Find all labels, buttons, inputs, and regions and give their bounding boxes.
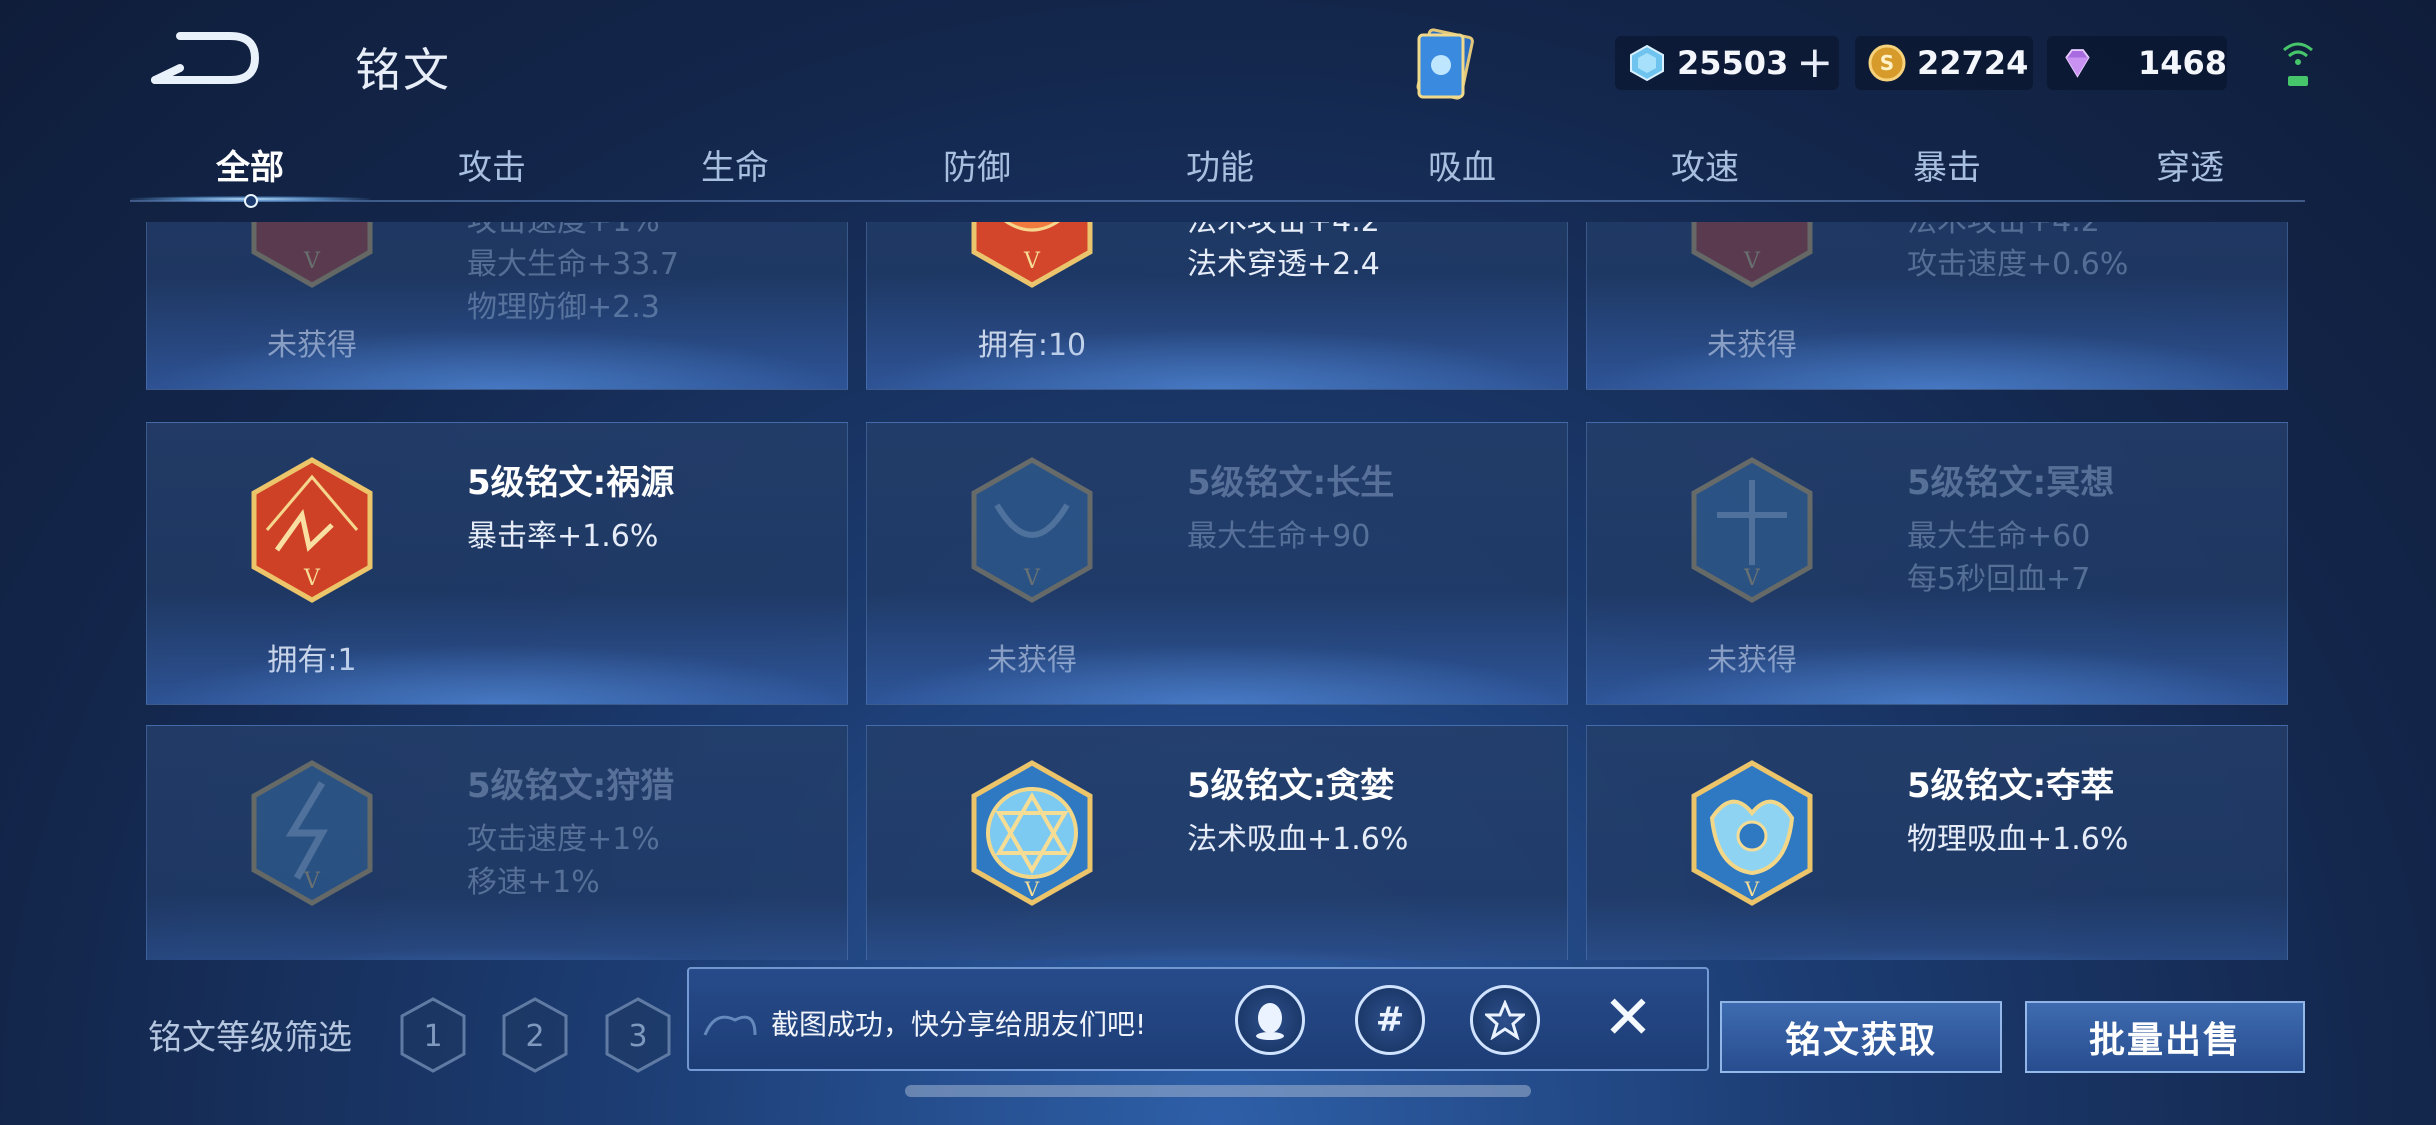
wifi-icon <box>2283 42 2313 86</box>
wechat-moments-icon[interactable]: # <box>1355 985 1425 1055</box>
active-tab-dot <box>244 194 258 208</box>
tab-penetration[interactable]: 穿透 <box>2090 140 2290 189</box>
tab-function[interactable]: 功能 <box>1120 140 1320 189</box>
tab-lifesteal[interactable]: 吸血 <box>1362 140 1562 189</box>
qzone-icon[interactable] <box>1470 985 1540 1055</box>
close-icon[interactable]: ✕ <box>1598 988 1658 1048</box>
rune-stat: 法术穿透+2.4 <box>1187 247 1380 282</box>
gold-balance: S 22724 <box>1855 36 2033 90</box>
gold-coin-icon: S <box>1868 44 1906 82</box>
qq-icon[interactable] <box>1235 985 1305 1055</box>
rune-grid: V 攻击速度+1% 最大生命+33.7 物理防御+2.3 未获得 V 法术攻击+… <box>146 222 2291 960</box>
rune-card[interactable]: V 5级铭文:夺萃 物理吸血+1.6% <box>1586 725 2288 960</box>
page-title: 铭文 <box>355 43 451 97</box>
rune-emblem-icon: V <box>251 457 373 603</box>
rune-card[interactable]: V 攻击速度+1% 最大生命+33.7 物理防御+2.3 未获得 <box>146 222 848 390</box>
rune-stat: 物理吸血+1.6% <box>1907 822 2129 857</box>
level-filter-3[interactable]: 3 <box>603 996 673 1074</box>
tab-all[interactable]: 全部 <box>150 140 350 189</box>
toast-message: 截图成功，快分享给朋友们吧! <box>771 1008 1147 1041</box>
rune-name: 5级铭文:祸源 <box>467 463 675 503</box>
home-indicator[interactable] <box>905 1085 1531 1097</box>
category-tabs: 全部 攻击 生命 防御 功能 吸血 攻速 暴击 穿透 <box>130 130 2305 206</box>
rune-emblem-icon: V <box>971 222 1093 288</box>
svg-text:V: V <box>1023 566 1041 591</box>
level-filter-label-2: 2 <box>525 1019 544 1054</box>
level-filter-2[interactable]: 2 <box>500 996 570 1074</box>
level-filter-label-1: 1 <box>423 1019 442 1054</box>
level-filter-1[interactable]: 1 <box>398 996 468 1074</box>
tab-attack[interactable]: 攻击 <box>392 140 592 189</box>
diamond-balance: 25503 + <box>1615 36 1839 90</box>
rune-emblem-icon: V <box>251 222 373 288</box>
svg-text:V: V <box>303 566 321 591</box>
rune-card-icon[interactable] <box>1405 25 1485 105</box>
rune-emblem-icon: V <box>971 760 1093 906</box>
rune-card[interactable]: V 5级铭文:长生 最大生命+90 未获得 <box>866 422 1568 705</box>
rune-name: 5级铭文:长生 <box>1187 463 1395 503</box>
rune-stat: 最大生命+90 <box>1187 519 1371 554</box>
rune-stat: 法术吸血+1.6% <box>1187 822 1409 857</box>
rune-stat: 最大生命+60 <box>1907 519 2091 554</box>
rune-emblem-icon: V <box>1691 222 1813 288</box>
gold-count: 22724 <box>1917 44 2029 82</box>
svg-text:V: V <box>1744 877 1760 901</box>
cloud-decoration-icon <box>703 1015 757 1036</box>
rune-card[interactable]: V 5级铭文:贪婪 法术吸血+1.6% <box>866 725 1568 960</box>
rune-card[interactable]: V 5级铭文:祸源 暴击率+1.6% 拥有:1 <box>146 422 848 705</box>
rune-emblem-icon: V <box>971 457 1093 603</box>
svg-text:S: S <box>1880 51 1894 75</box>
rune-name: 5级铭文:冥想 <box>1907 463 2115 503</box>
tab-divider <box>130 200 2305 202</box>
tab-defense[interactable]: 防御 <box>877 140 1077 189</box>
rune-card[interactable]: V 法术攻击+4.2 攻击速度+0.6% 未获得 <box>1586 222 2288 390</box>
svg-text:V: V <box>1743 249 1761 274</box>
rune-name: 5级铭文:狩猎 <box>467 766 675 806</box>
rune-name: 5级铭文:夺萃 <box>1907 766 2115 806</box>
rune-card[interactable]: V 法术攻击+4.2 法术穿透+2.4 拥有:10 <box>866 222 1568 390</box>
rune-emblem-icon: V <box>1691 760 1813 906</box>
tab-critical[interactable]: 暴击 <box>1847 140 2047 189</box>
rune-stat: 物理防御+2.3 <box>467 290 660 325</box>
rune-stat: 法术攻击+4.2 <box>1907 222 2100 240</box>
rune-stat: 移速+1% <box>467 865 600 900</box>
svg-text:V: V <box>1024 877 1040 901</box>
rune-card[interactable]: V 5级铭文:冥想 最大生命+60 每5秒回血+7 未获得 <box>1586 422 2288 705</box>
diamond-count: 25503 <box>1677 44 1789 82</box>
gem-icon <box>2065 49 2090 78</box>
rune-emblem-icon: V <box>251 760 373 906</box>
gem-balance: 1468 <box>2047 36 2227 90</box>
rune-card[interactable]: V 5级铭文:狩猎 攻击速度+1% 移速+1% <box>146 725 848 960</box>
rune-stat: 暴击率+1.6% <box>467 519 659 554</box>
rune-stat: 最大生命+33.7 <box>467 247 679 282</box>
rune-stat: 攻击速度+1% <box>467 822 660 857</box>
level-filter-label-3: 3 <box>628 1019 647 1054</box>
svg-text:V: V <box>1743 566 1761 591</box>
rune-stat: 攻击速度+0.6% <box>1907 247 2129 282</box>
rune-emblem-icon: V <box>1691 457 1813 603</box>
svg-text:V: V <box>1023 249 1041 274</box>
rune-stat: 攻击速度+1% <box>467 222 660 240</box>
rune-stat: 法术攻击+4.2 <box>1187 222 1380 240</box>
diamond-icon <box>1630 44 1664 82</box>
rune-stat: 每5秒回血+7 <box>1907 562 2091 597</box>
add-diamond-icon[interactable]: + <box>1796 41 1833 85</box>
svg-text:V: V <box>303 869 321 894</box>
svg-text:V: V <box>303 249 321 274</box>
bulk-sell-button[interactable]: 批量出售 <box>2025 1001 2305 1073</box>
tab-health[interactable]: 生命 <box>635 140 835 189</box>
rune-name: 5级铭文:贪婪 <box>1187 766 1395 806</box>
level-filter-label: 铭文等级筛选 <box>148 1018 352 1058</box>
back-arrow-icon[interactable] <box>150 28 260 88</box>
rune-obtain-button[interactable]: 铭文获取 <box>1720 1001 2002 1073</box>
gem-count: 1468 <box>2137 44 2227 82</box>
tab-attack-speed[interactable]: 攻速 <box>1605 140 1805 189</box>
